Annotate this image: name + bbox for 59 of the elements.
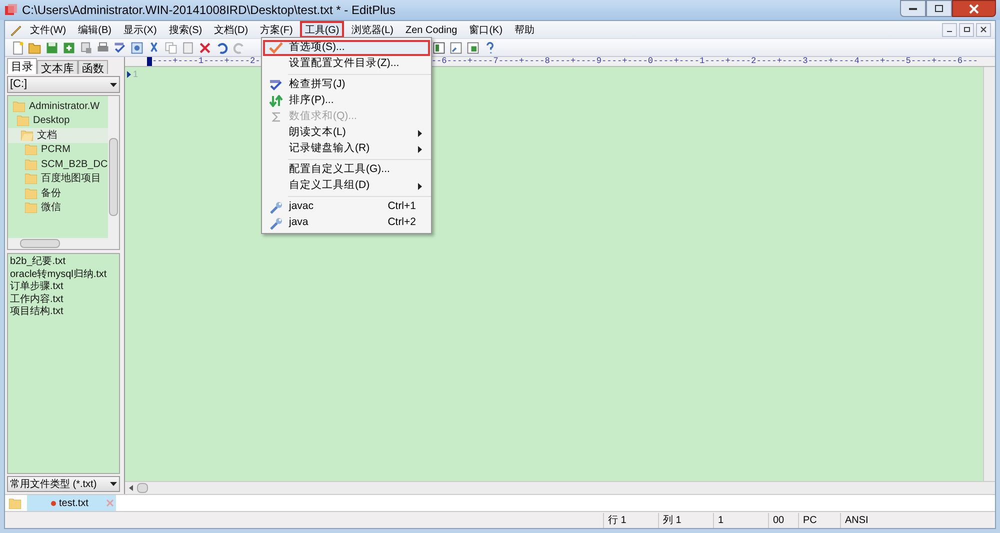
ruler-scale: --6----+----7----+----8----+----9----+----0----+----1----+----2----+----3----+----4----+----5----+----6---	[431, 57, 978, 66]
tree-item[interactable]: SCM_B2B_DC	[8, 157, 108, 172]
tree-item[interactable]: 微信	[8, 200, 108, 215]
window-title: C:\Users\Administrator.WIN-20141008IRD\Desktop\test.txt * - EditPlus	[22, 2, 396, 19]
file-list-item[interactable]: 工作内容.txt	[10, 294, 117, 306]
shortcut-label: Ctrl+1	[388, 199, 417, 214]
tree-label: PCRM	[41, 143, 70, 158]
menu-item[interactable]: 帮助	[510, 21, 540, 38]
status-field: 行 1	[603, 512, 658, 528]
menu-item[interactable]: 配置自定义工具(G)...	[263, 162, 430, 178]
tree-label: SCM_B2B_DC	[41, 158, 108, 172]
status-field: 列 1	[658, 512, 713, 528]
sidebar-tab[interactable]: 文本库	[37, 60, 78, 74]
tree-item[interactable]: Desktop	[8, 114, 108, 128]
menu-item[interactable]: 编辑(B)	[73, 21, 116, 38]
file-list-item[interactable]: b2b_纪要.txt	[10, 256, 117, 268]
menu-item[interactable]: java Ctrl+2	[263, 215, 430, 231]
menu-item[interactable]: 显示(X)	[118, 21, 162, 38]
menu-item[interactable]: 窗口(K)	[464, 21, 508, 38]
tree-label: 百度地图项目	[41, 172, 101, 186]
tree-item[interactable]: 文档	[8, 128, 108, 142]
menu-item[interactable]: 朗读文本(L)	[263, 125, 430, 141]
status-field: PC	[798, 512, 840, 528]
menu-item[interactable]: 检查拼写(J)	[263, 77, 430, 93]
menu-item[interactable]: 记录键盘输入(R)	[263, 141, 430, 157]
menu-item[interactable]: 搜索(S)	[164, 21, 208, 38]
sidebar-tab[interactable]: 函数	[78, 60, 108, 74]
menu-item[interactable]: 文件(W)	[25, 21, 72, 38]
tree-label: 备份	[41, 186, 61, 201]
tree-item[interactable]: 百度地图项目	[8, 172, 108, 186]
tree-item[interactable]: Administrator.W	[8, 99, 108, 114]
status-field: 1	[713, 512, 768, 528]
menu-item[interactable]: Zen Coding	[400, 21, 462, 38]
document-tab[interactable]: test.txt	[27, 495, 116, 511]
menu-item[interactable]: 排序(P)...	[263, 93, 430, 109]
file-list-item[interactable]: 项目结构.txt	[10, 306, 117, 318]
file-list-item[interactable]: 订单步骤.txt	[10, 281, 117, 294]
file-type-dropdown[interactable]: 常用文件类型 (*.txt)	[7, 476, 120, 492]
status-field: ANSI	[840, 512, 965, 528]
menu-item[interactable]: 首选项(S)...	[263, 40, 430, 56]
tree-label: Administrator.W	[29, 100, 100, 114]
menu-item[interactable]: 工具(G)	[300, 21, 344, 38]
status-field: 00	[768, 512, 798, 528]
menu-item[interactable]: 自定义工具组(D)	[263, 178, 430, 194]
shortcut-label: Ctrl+2	[388, 215, 417, 230]
tree-label: 文档	[37, 128, 57, 143]
file-list-item[interactable]: oracle转mysql归纳.txt	[10, 268, 117, 281]
menu-item[interactable]: javac Ctrl+1	[263, 199, 430, 215]
drive-dropdown[interactable]: [C:]	[7, 76, 120, 93]
menu-item[interactable]: 方案(F)	[255, 21, 298, 38]
menu-item[interactable]: 文档(D)	[209, 21, 254, 38]
tree-label: Desktop	[33, 114, 70, 128]
menu-item[interactable]: 浏览器(L)	[346, 21, 398, 38]
tree-item[interactable]: PCRM	[8, 142, 108, 157]
sidebar-tab[interactable]: 目录	[7, 58, 37, 74]
tree-label: 微信	[41, 201, 61, 216]
ruler-scale: ----+----1----+----2-	[152, 57, 260, 66]
line-number: 1	[133, 70, 138, 79]
tree-item[interactable]: 备份	[8, 186, 108, 200]
